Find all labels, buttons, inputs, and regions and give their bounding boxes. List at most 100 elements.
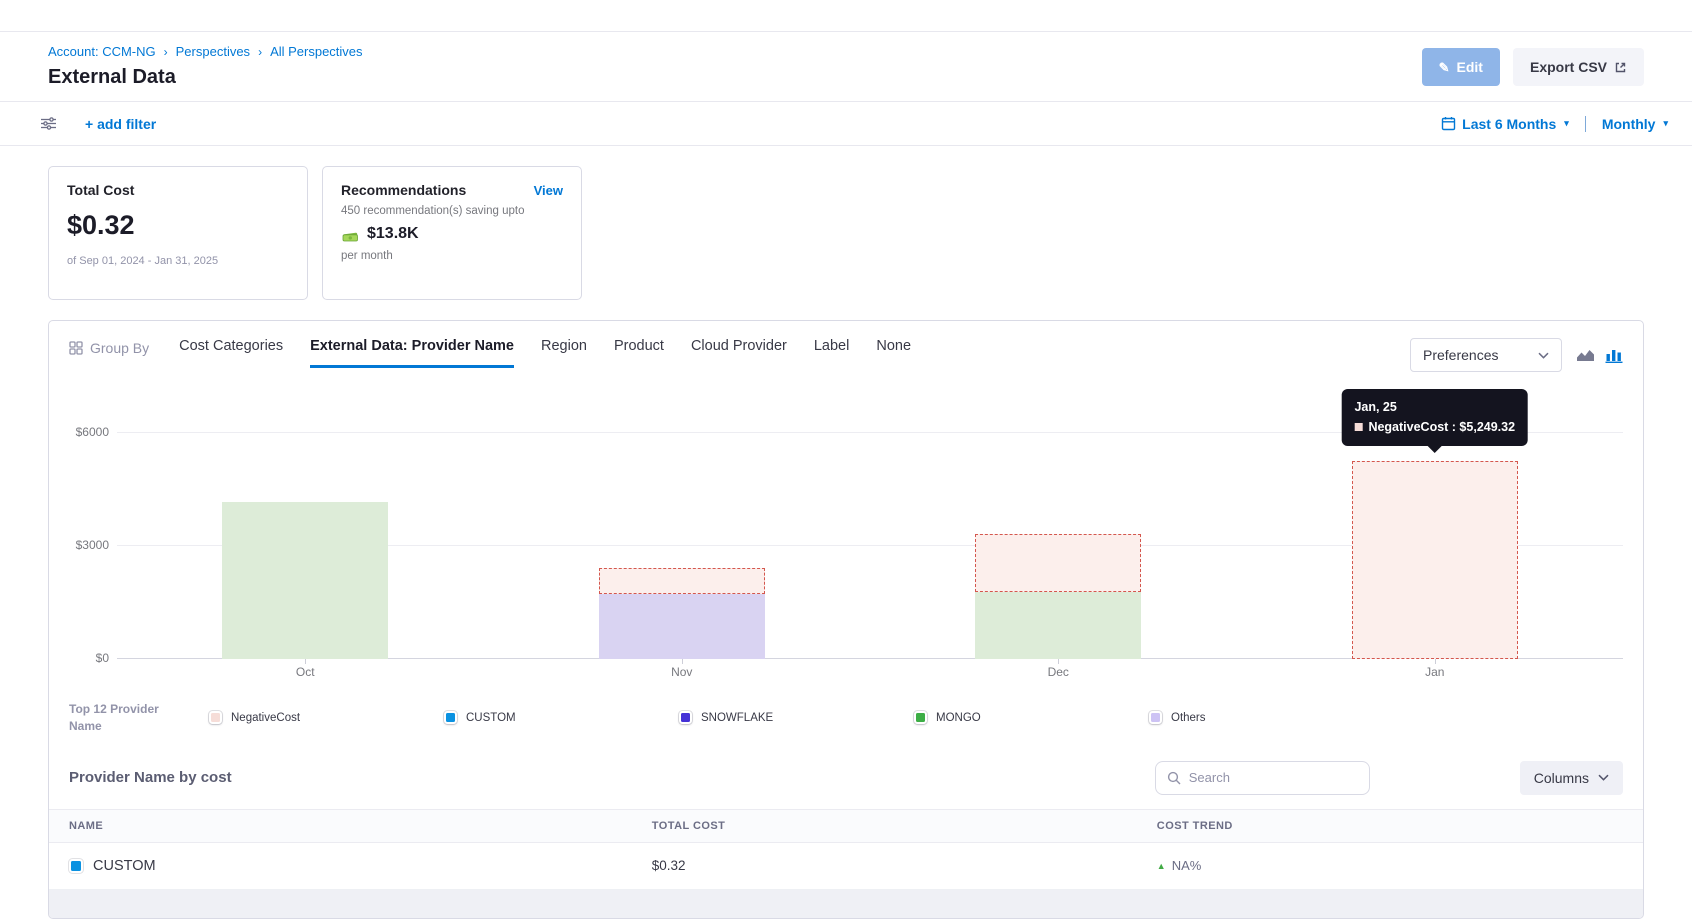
- chart-tooltip: Jan, 25 NegativeCost : $5,249.32: [1341, 389, 1528, 446]
- tooltip-marker: [1354, 423, 1362, 431]
- breadcrumb-link-account-ccm-ng[interactable]: Account: CCM-NG: [48, 44, 156, 59]
- legend-swatch: [444, 711, 457, 724]
- export-csv-button[interactable]: Export CSV: [1513, 48, 1644, 86]
- chart-plot: $0 $3000 $6000 Jan, 25 NegativeCost : $5…: [117, 399, 1623, 659]
- legend-item-others[interactable]: Others: [1149, 711, 1384, 724]
- legend-item-snowflake[interactable]: SNOWFLAKE: [679, 711, 914, 724]
- bar-segment-mongo[interactable]: [975, 592, 1141, 659]
- filter-bar: + add filter Last 6 Months ▾ Monthly ▾: [0, 102, 1692, 146]
- time-range-dropdown[interactable]: Last 6 Months ▾: [1441, 116, 1569, 132]
- group-by-tab-region[interactable]: Region: [541, 338, 587, 368]
- add-filter-button[interactable]: + add filter: [85, 116, 156, 132]
- pencil-icon: ✎: [1439, 61, 1450, 74]
- column-header-total-cost[interactable]: TOTAL COST: [652, 820, 1157, 832]
- stacked-bar: [975, 534, 1141, 659]
- view-recommendations-link[interactable]: View: [534, 183, 563, 198]
- stacked-bar: [599, 568, 765, 659]
- bar-segment-mongo[interactable]: [222, 502, 388, 659]
- page-title: External Data: [48, 66, 363, 89]
- bar-segment-negativecost[interactable]: [599, 568, 765, 594]
- search-input[interactable]: [1189, 770, 1358, 785]
- legend-item-negativecost[interactable]: NegativeCost: [209, 711, 444, 724]
- provider-table: NAMETOTAL COSTCOST TREND CUSTOM $0.32 ▲ …: [49, 809, 1643, 918]
- legend-swatch: [209, 711, 222, 724]
- summary-cards: Total Cost $0.32 of Sep 01, 2024 - Jan 3…: [48, 166, 1644, 300]
- breadcrumb-link-perspectives[interactable]: Perspectives: [176, 44, 250, 59]
- columns-button-label: Columns: [1534, 770, 1589, 786]
- granularity-dropdown[interactable]: Monthly ▾: [1602, 116, 1668, 132]
- group-by-label-wrap: Group By: [69, 338, 149, 356]
- recommendations-amount-row: $13.8K: [341, 225, 563, 243]
- table-title: Provider Name by cost: [69, 769, 232, 786]
- chart-category-slot-nov: [494, 399, 871, 659]
- total-cost-label: Total Cost: [67, 182, 289, 198]
- divider: [1585, 116, 1586, 132]
- money-icon: [341, 227, 360, 242]
- legend-item-mongo[interactable]: MONGO: [914, 711, 1149, 724]
- table-footer-strip: [49, 890, 1643, 918]
- total-cost-period: of Sep 01, 2024 - Jan 31, 2025: [67, 255, 289, 267]
- total-cost-card: Total Cost $0.32 of Sep 01, 2024 - Jan 3…: [48, 166, 308, 300]
- table-row[interactable]: CUSTOM $0.32 ▲ NA%: [49, 843, 1643, 890]
- preferences-label: Preferences: [1423, 347, 1498, 363]
- stacked-bar: [1352, 461, 1518, 659]
- granularity-label: Monthly: [1602, 116, 1656, 132]
- group-by-tab-label[interactable]: Label: [814, 338, 849, 368]
- chart-controls: Preferences: [1410, 338, 1623, 372]
- legend-items: NegativeCost CUSTOM SNOWFLAKE MONGO Othe…: [181, 711, 1623, 724]
- y-axis-tick-label: $0: [65, 651, 109, 665]
- top-divider: [0, 0, 1692, 32]
- chart-category-slot-dec: [870, 399, 1247, 659]
- area-chart-icon[interactable]: [1576, 348, 1595, 363]
- tooltip-row: NegativeCost : $5,249.32: [1354, 418, 1515, 437]
- y-axis-tick-label: $3000: [65, 538, 109, 552]
- columns-button[interactable]: Columns: [1520, 761, 1623, 795]
- edit-button-label: Edit: [1457, 59, 1483, 75]
- x-axis-tick-label: Dec: [870, 665, 1247, 679]
- bar-segment-negativecost[interactable]: [975, 534, 1141, 592]
- breadcrumb-separator: ›: [258, 45, 262, 59]
- chevron-down-icon: [1598, 774, 1609, 781]
- export-csv-label: Export CSV: [1530, 59, 1607, 75]
- group-by-label: Group By: [90, 340, 149, 356]
- bar-segment-negativecost[interactable]: [1352, 461, 1518, 659]
- group-by-tab-cost-categories[interactable]: Cost Categories: [179, 338, 283, 368]
- header-actions: ✎ Edit Export CSV: [1422, 48, 1644, 86]
- page-content: Total Cost $0.32 of Sep 01, 2024 - Jan 3…: [0, 146, 1692, 919]
- trend-up-icon: ▲: [1157, 861, 1166, 871]
- chart-x-labels: OctNovDecJan: [117, 659, 1623, 685]
- legend-swatch: [1149, 711, 1162, 724]
- x-axis-tick-label: Oct: [117, 665, 494, 679]
- bar-chart-icon[interactable]: [1605, 348, 1623, 363]
- legend-item-label: CUSTOM: [466, 712, 516, 724]
- stacked-bar: [222, 502, 388, 659]
- provider-name: CUSTOM: [93, 858, 156, 874]
- legend-item-label: SNOWFLAKE: [701, 712, 773, 724]
- column-header-name[interactable]: NAME: [69, 820, 652, 832]
- group-by-row: Group By Cost Categories External Data: P…: [49, 321, 1643, 375]
- tooltip-label: NegativeCost : $5,249.32: [1368, 420, 1515, 434]
- group-by-tab-none[interactable]: None: [876, 338, 911, 368]
- legend-item-label: Others: [1171, 712, 1206, 724]
- calendar-icon: [1441, 116, 1456, 131]
- edit-button[interactable]: ✎ Edit: [1422, 48, 1500, 86]
- recommendations-label: Recommendations: [341, 182, 466, 198]
- perspective-panel: Group By Cost Categories External Data: P…: [48, 320, 1644, 919]
- search-box[interactable]: [1155, 761, 1370, 795]
- legend-item-custom[interactable]: CUSTOM: [444, 711, 679, 724]
- group-by-tab-external-data-provider-name[interactable]: External Data: Provider Name: [310, 338, 514, 368]
- recommendations-line2: per month: [341, 250, 563, 262]
- breadcrumb: Account: CCM-NG›Perspectives›All Perspec…: [48, 44, 363, 59]
- filter-settings-icon[interactable]: [40, 116, 57, 131]
- group-by-tab-product[interactable]: Product: [614, 338, 664, 368]
- bar-segment-others[interactable]: [599, 594, 765, 659]
- legend-title: Top 12 Provider Name: [69, 701, 181, 735]
- preferences-dropdown[interactable]: Preferences: [1410, 338, 1562, 372]
- chevron-down-icon: ▾: [1663, 118, 1668, 129]
- time-controls: Last 6 Months ▾ Monthly ▾: [1441, 116, 1668, 132]
- x-axis-tick-label: Jan: [1247, 665, 1624, 679]
- column-header-cost-trend[interactable]: COST TREND: [1157, 820, 1623, 832]
- legend-swatch: [914, 711, 927, 724]
- group-by-tab-cloud-provider[interactable]: Cloud Provider: [691, 338, 787, 368]
- breadcrumb-link-all-perspectives[interactable]: All Perspectives: [270, 44, 362, 59]
